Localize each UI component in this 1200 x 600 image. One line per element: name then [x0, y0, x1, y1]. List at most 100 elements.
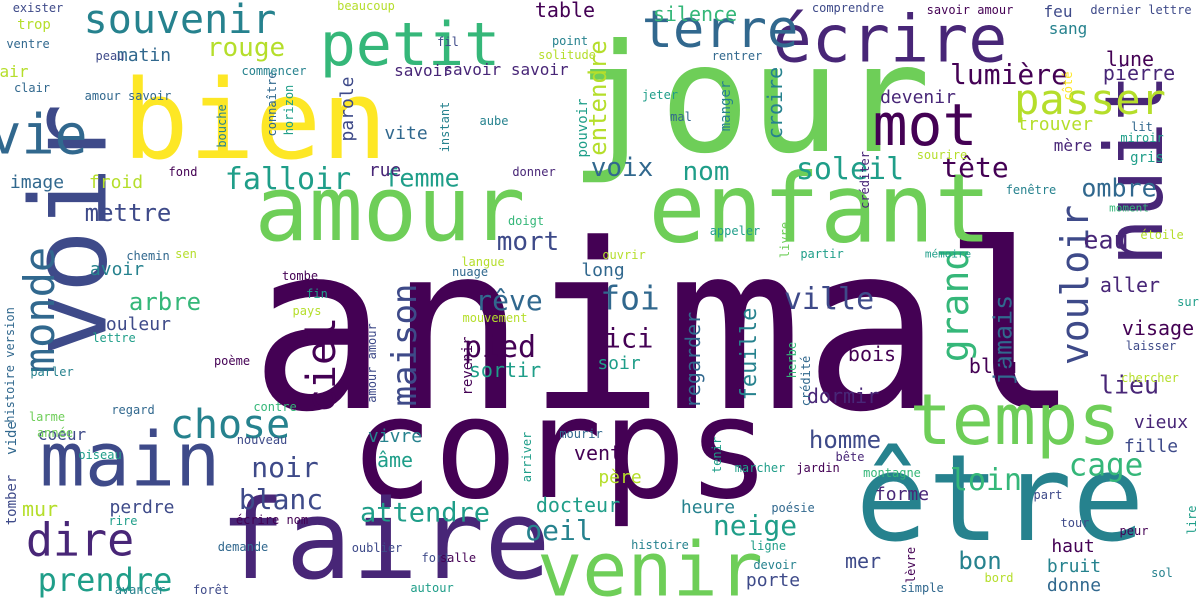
cloud-word: côté — [1061, 71, 1075, 101]
cloud-word: mouvement — [462, 311, 528, 325]
cloud-word: fenêtre — [1005, 183, 1057, 197]
cloud-word: donne — [1046, 575, 1102, 596]
cloud-word: regard — [111, 403, 155, 417]
cloud-word: ville — [783, 282, 875, 317]
cloud-word: feu — [1043, 2, 1073, 21]
cloud-word: ombre — [1081, 173, 1157, 203]
cloud-word: dormir — [806, 384, 880, 408]
cloud-word: mourir — [559, 427, 603, 441]
cloud-word: pays — [292, 304, 322, 318]
cloud-word: ventre — [6, 37, 50, 51]
cloud-word: sang — [1048, 19, 1088, 38]
cloud-word: partir — [800, 247, 844, 261]
cloud-word: bouche — [215, 104, 229, 148]
cloud-word: sen — [175, 247, 197, 261]
cloud-word: blanc — [238, 483, 324, 516]
cloud-word: temps — [909, 379, 1121, 461]
cloud-word: haut — [1051, 536, 1095, 557]
cloud-word: vieux — [1133, 412, 1189, 433]
cloud-word: soleil — [795, 152, 905, 187]
cloud-word: savoir amour — [926, 3, 1014, 17]
cloud-word: voix — [590, 153, 654, 183]
cloud-word: noir — [251, 451, 319, 484]
cloud-word: sol — [1151, 566, 1173, 580]
cloud-word: revenir — [460, 336, 476, 396]
cloud-word: silence — [652, 2, 738, 26]
cloud-word: vide — [4, 421, 20, 455]
cloud-word: tour — [1060, 516, 1090, 530]
cloud-word: mur — [21, 497, 59, 521]
cloud-word: attendre — [359, 497, 491, 529]
cloud-word: livre — [778, 221, 792, 259]
cloud-word: ciel — [299, 316, 345, 414]
cloud-word: bruit — [1046, 556, 1102, 577]
cloud-word: rentrer — [711, 49, 763, 63]
cloud-word: table — [534, 0, 596, 22]
cloud-word: âme — [376, 448, 414, 472]
cloud-word: homme — [808, 426, 882, 454]
cloud-word: trop — [17, 17, 51, 33]
cloud-word: commencer — [241, 64, 307, 78]
cloud-word: bon — [958, 547, 1002, 575]
cloud-word: fil — [437, 35, 459, 49]
cloud-word: tenir — [710, 436, 724, 474]
cloud-word: regarder — [681, 311, 705, 409]
cloud-word: fille — [1123, 436, 1179, 457]
cloud-word: année — [36, 426, 74, 440]
cloud-word: moment — [1109, 201, 1149, 215]
cloud-word: maison — [385, 283, 425, 407]
cloud-word: miroir — [1120, 131, 1164, 145]
cloud-word: ici — [604, 323, 654, 355]
cloud-word: poésie — [771, 501, 815, 515]
word-cloud: animal corps jour bien voir être faire enfant am… — [0, 0, 1200, 600]
cloud-word: nouveau — [236, 433, 288, 447]
cloud-word: falloir — [224, 162, 352, 197]
cloud-word: parler — [30, 365, 74, 379]
cloud-word: part — [1033, 488, 1063, 502]
cloud-word: fin — [306, 287, 328, 301]
cloud-word: manger — [718, 80, 734, 132]
cloud-word: tombe — [281, 269, 319, 283]
cloud-word: autour — [410, 581, 454, 595]
cloud-word: lumière — [949, 58, 1069, 91]
cloud-word: lèvre — [904, 546, 918, 584]
cloud-word: fond — [168, 165, 198, 179]
cloud-word: monde — [15, 246, 64, 374]
cloud-word: mal — [670, 110, 692, 124]
cloud-word: histoire — [631, 538, 689, 552]
cloud-word: jeter — [641, 88, 679, 102]
cloud-word: nuage — [451, 265, 489, 279]
cloud-word: larme — [28, 410, 66, 424]
cloud-word: long — [581, 260, 625, 281]
cloud-word: bête — [835, 450, 865, 464]
cloud-word: bord — [984, 571, 1014, 585]
cloud-word: chercher — [1121, 371, 1179, 385]
cloud-word: point — [551, 34, 589, 48]
cloud-word: horizon — [282, 84, 296, 136]
cloud-word: feuille — [737, 307, 762, 401]
cloud-word: avancer — [114, 583, 166, 597]
cloud-word: air — [0, 62, 29, 81]
cloud-word: croire — [763, 66, 787, 140]
cloud-word: ligne — [749, 539, 787, 553]
cloud-word: forêt — [192, 583, 230, 597]
cloud-word: rue — [368, 160, 402, 181]
cloud-word: lire — [1185, 505, 1199, 535]
cloud-word: lettre — [92, 331, 136, 345]
cloud-word: porte — [745, 570, 801, 591]
cloud-word: jardin — [796, 461, 840, 475]
cloud-word: créditer — [858, 151, 872, 209]
cloud-word: herbe — [785, 341, 799, 379]
cloud-word: eau — [1083, 225, 1129, 255]
cloud-word: trouver — [1017, 114, 1093, 135]
cloud-word: pouvoir — [575, 98, 591, 158]
cloud-word: mer — [844, 549, 882, 573]
cloud-word: foi — [600, 278, 660, 318]
cloud-word: docteur — [535, 493, 621, 517]
cloud-word: arbre — [128, 288, 202, 316]
cloud-word: nom — [682, 157, 730, 187]
cloud-word: père — [598, 467, 642, 488]
cloud-word: tomber — [4, 474, 20, 526]
cloud-word: oeil — [525, 514, 593, 547]
cloud-word: sortir — [468, 358, 542, 382]
